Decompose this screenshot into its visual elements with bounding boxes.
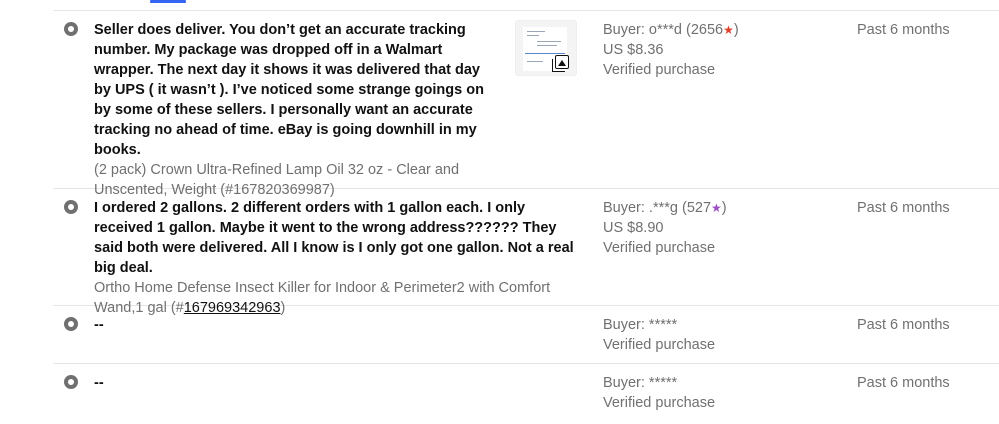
- verified-purchase: Verified purchase: [603, 337, 716, 353]
- feedback-comment: --: [94, 317, 104, 333]
- feedback-comment: Seller does deliver. You don’t get an ac…: [94, 22, 484, 158]
- buyer-name: Buyer: .***g (527: [603, 200, 712, 216]
- verified-purchase: Verified purchase: [603, 240, 716, 256]
- feedback-time: Past 6 months: [857, 317, 950, 333]
- neutral-rating-icon: [64, 375, 78, 389]
- feedback-comment: --: [94, 375, 104, 391]
- comment-column: Seller does deliver. You don’t get an ac…: [94, 20, 494, 200]
- feedback-star-icon: ★: [723, 23, 734, 37]
- feedback-star-icon: ★: [711, 201, 722, 215]
- buyer-info: Buyer: *****: [603, 375, 678, 391]
- comment-column: I ordered 2 gallons. 2 different orders …: [94, 198, 584, 318]
- feedback-photo-thumbnail[interactable]: [515, 20, 577, 76]
- buyer-column: Buyer: .***g (527★) US $8.90 Verified pu…: [603, 198, 823, 258]
- feedback-row: Seller does deliver. You don’t get an ac…: [53, 11, 999, 198]
- photos-icon: [552, 55, 569, 72]
- neutral-rating-icon: [64, 200, 78, 214]
- comment-column: --: [94, 373, 494, 393]
- comment-column: --: [94, 315, 494, 335]
- verified-purchase: Verified purchase: [603, 62, 716, 78]
- buyer-name: Buyer: o***d (2656: [603, 22, 724, 38]
- feedback-list: Seller does deliver. You don’t get an ac…: [0, 11, 999, 424]
- feedback-time: Past 6 months: [857, 375, 950, 391]
- buyer-info: Buyer: *****: [603, 317, 678, 333]
- feedback-time: Past 6 months: [857, 22, 950, 38]
- partial-link-fragment: [150, 0, 186, 3]
- buyer-column: Buyer: ***** Verified purchase: [603, 315, 823, 355]
- buyer-column: Buyer: ***** Verified purchase: [603, 373, 823, 413]
- verified-purchase: Verified purchase: [603, 395, 716, 411]
- price: US $8.36: [603, 42, 664, 58]
- buyer-column: Buyer: o***d (2656★) US $8.36 Verified p…: [603, 20, 823, 80]
- feedback-row: -- Buyer: ***** Verified purchase Past 6…: [53, 306, 999, 364]
- feedback-row: I ordered 2 gallons. 2 different orders …: [53, 189, 999, 316]
- feedback-time: Past 6 months: [857, 200, 950, 216]
- buyer-info: Buyer: o***d (2656★): [603, 22, 739, 38]
- neutral-rating-icon: [64, 317, 78, 331]
- buyer-info: Buyer: .***g (527★): [603, 200, 727, 216]
- price: US $8.90: [603, 220, 664, 236]
- feedback-row: -- Buyer: ***** Verified purchase Past 6…: [53, 364, 999, 424]
- neutral-rating-icon: [64, 22, 78, 36]
- feedback-comment: I ordered 2 gallons. 2 different orders …: [94, 200, 574, 276]
